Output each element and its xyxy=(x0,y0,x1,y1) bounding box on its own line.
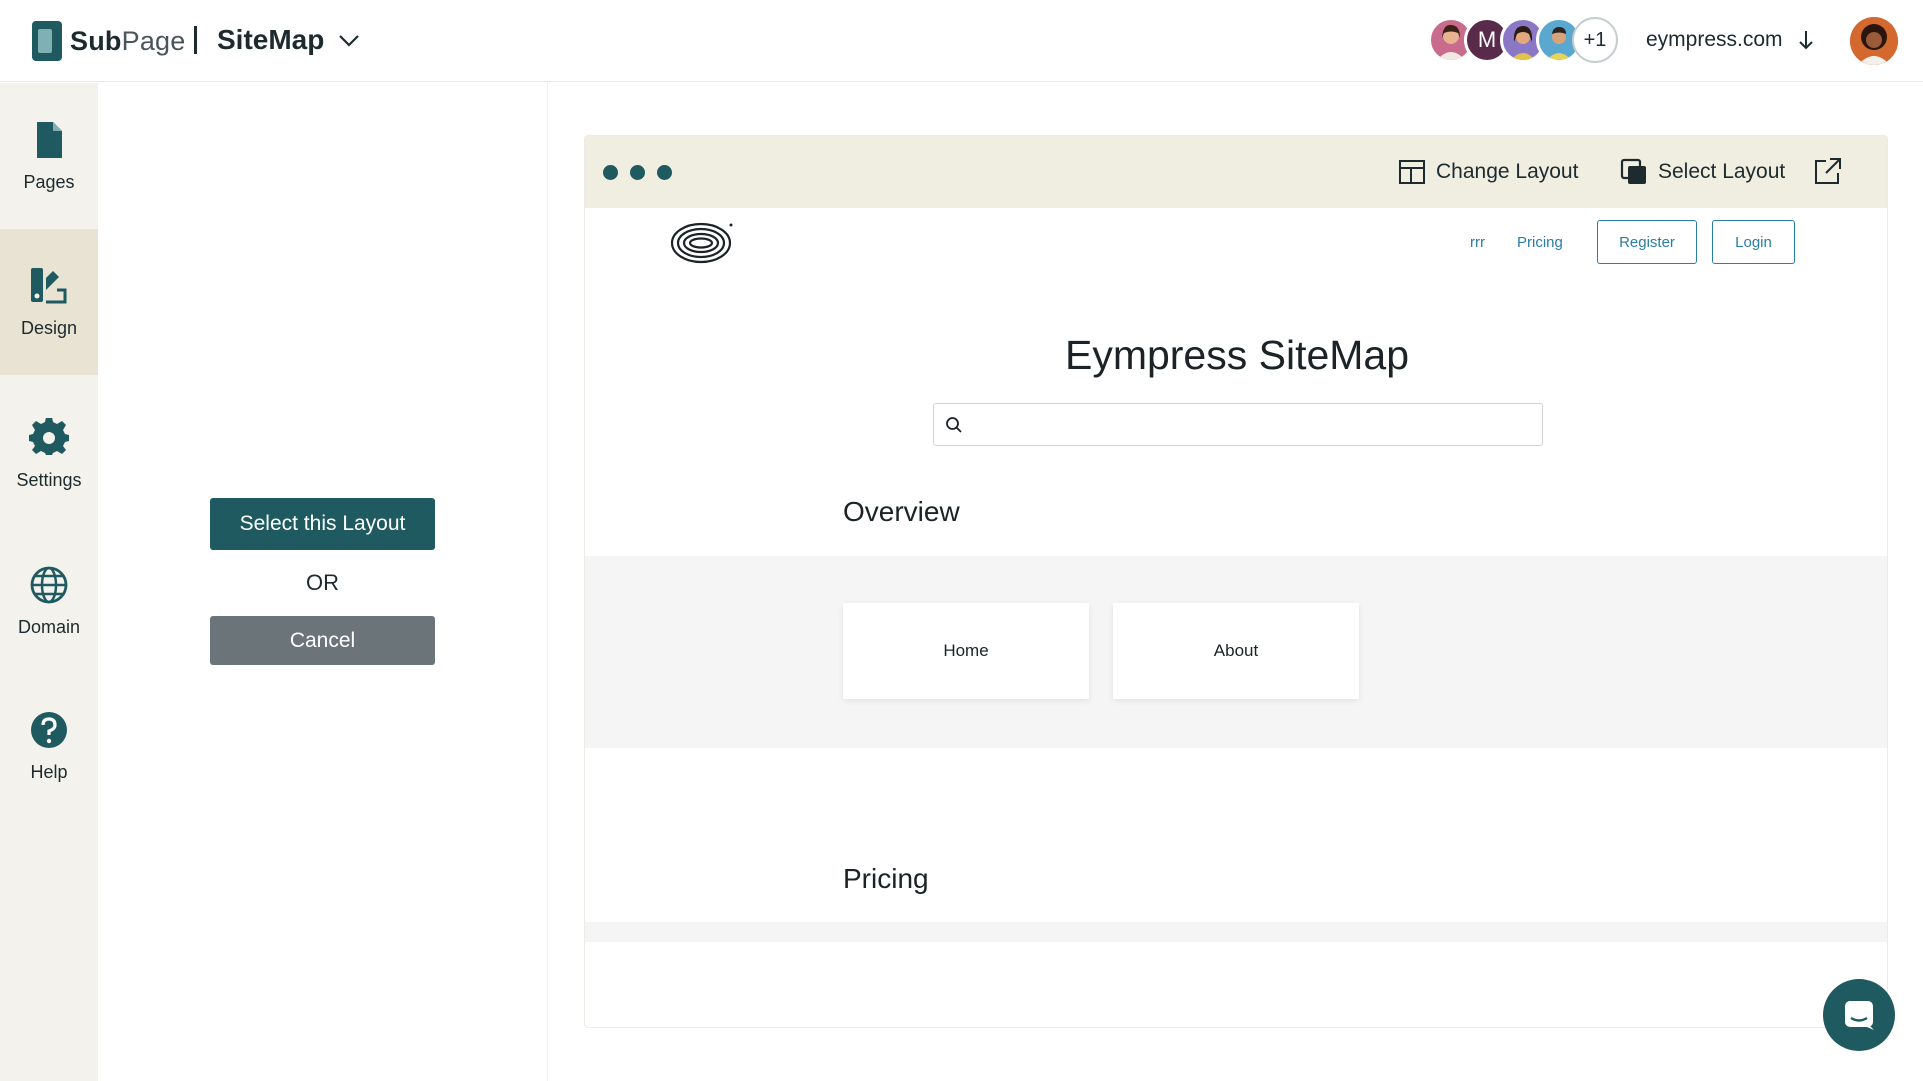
site-title[interactable]: SiteMap xyxy=(217,24,324,56)
design-icon xyxy=(31,267,67,303)
window-dot xyxy=(630,165,645,180)
select-layout-toolbar-button[interactable]: Select Layout xyxy=(1620,158,1785,186)
sidebar-item-label: Help xyxy=(30,761,68,782)
select-layout-button[interactable]: Select this Layout xyxy=(210,498,435,550)
sidebar-item-label: Settings xyxy=(16,469,82,490)
preview-toolbar: Change Layout Select Layout xyxy=(585,136,1887,208)
gear-icon xyxy=(29,417,69,455)
page-card[interactable]: Home xyxy=(843,603,1089,699)
sidebar-item-help[interactable]: Help xyxy=(0,673,98,819)
chat-icon xyxy=(1845,1001,1874,1030)
collaborator-avatars[interactable]: M +1 xyxy=(1428,17,1618,63)
chevron-down-icon[interactable] xyxy=(337,28,361,52)
title-separator xyxy=(194,26,197,54)
sidebar-item-label: Design xyxy=(20,317,78,338)
domain-selector[interactable]: eympress.com xyxy=(1646,28,1783,52)
page-card[interactable]: About xyxy=(1113,603,1359,699)
change-layout-label: Change Layout xyxy=(1436,160,1579,183)
arrow-down-icon[interactable] xyxy=(1797,29,1815,51)
layout-preview: Change Layout Select Layout rrr Pricing … xyxy=(584,135,1888,1028)
sidebar-item-settings[interactable]: Settings xyxy=(0,381,98,527)
globe-icon xyxy=(30,566,68,603)
search-icon xyxy=(946,417,962,433)
select-layout-label: Select Layout xyxy=(1658,160,1786,183)
select-layout-icon xyxy=(1620,158,1646,184)
register-button[interactable]: Register xyxy=(1597,220,1697,264)
sidebar-item-design[interactable]: Design xyxy=(0,229,98,375)
sidebar: Pages Design Settings Domain Help xyxy=(0,83,98,1081)
layout-grid-icon xyxy=(1399,160,1425,184)
site-logo[interactable] xyxy=(670,222,734,264)
chat-support-button[interactable] xyxy=(1823,979,1895,1051)
or-divider-text: OR xyxy=(306,570,339,595)
window-dot xyxy=(603,165,618,180)
sidebar-item-label: Pages xyxy=(23,171,75,192)
section-band xyxy=(585,922,1887,942)
sidebar-item-label: Domain xyxy=(17,616,81,637)
user-avatar[interactable] xyxy=(1850,17,1898,65)
help-icon xyxy=(31,711,67,748)
section-title: Pricing xyxy=(843,863,929,894)
sidebar-item-pages[interactable]: Pages xyxy=(0,83,98,229)
login-button[interactable]: Login xyxy=(1712,220,1795,264)
change-layout-button[interactable]: Change Layout xyxy=(1398,158,1578,186)
site-search-input[interactable] xyxy=(933,403,1543,446)
brand-name: SubPage xyxy=(70,25,186,56)
sidebar-item-domain[interactable]: Domain xyxy=(0,528,98,674)
subpage-logo-icon xyxy=(32,21,62,61)
section-title: Overview xyxy=(843,496,960,527)
page-icon xyxy=(37,121,62,158)
top-bar: SubPage SiteMap M +1 eympress.com xyxy=(0,0,1923,82)
cancel-button[interactable]: Cancel xyxy=(210,616,435,665)
site-nav-link[interactable]: Pricing xyxy=(1517,234,1563,251)
external-link-icon[interactable] xyxy=(1813,156,1843,186)
window-dot xyxy=(657,165,672,180)
more-collaborators-badge[interactable]: +1 xyxy=(1572,17,1618,63)
brand[interactable]: SubPage xyxy=(32,21,185,61)
site-heading: Eympress SiteMap xyxy=(1064,332,1410,378)
site-nav-link[interactable]: rrr xyxy=(1470,234,1485,251)
person-icon xyxy=(1850,17,1898,65)
